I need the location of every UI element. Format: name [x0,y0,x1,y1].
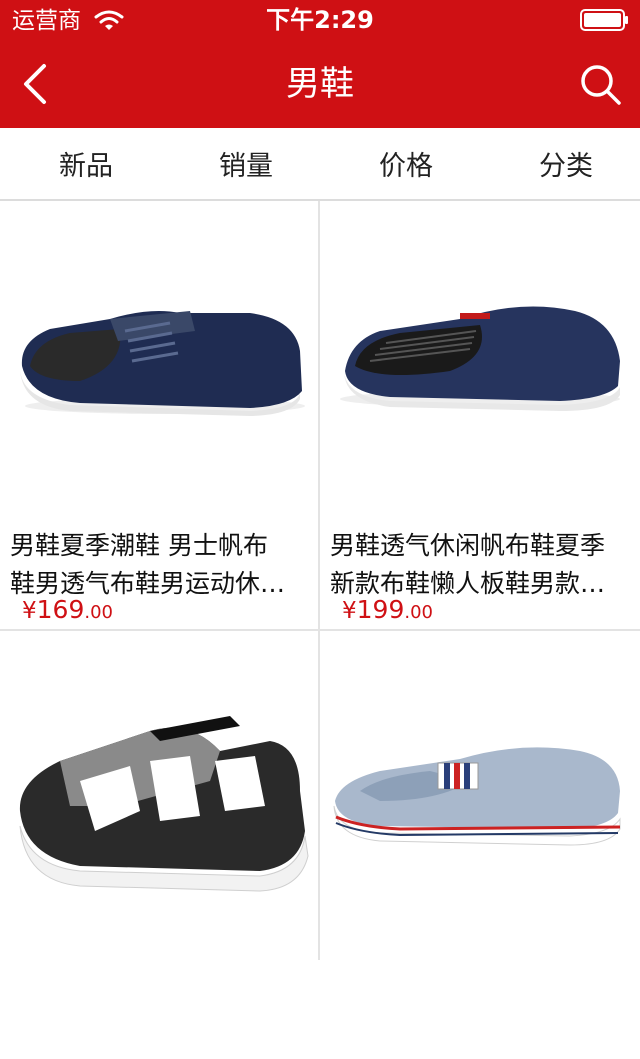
price-decimal: .00 [84,602,113,623]
product-name-line-1: 男鞋夏季潮鞋 男士帆布 [10,531,268,560]
page-title: 男鞋 [286,64,354,104]
battery-icon [580,9,630,31]
tab-category[interactable]: 分类 [486,128,640,199]
tab-sales[interactable]: 销量 [166,128,326,199]
tab-price[interactable]: 价格 [326,128,486,199]
filter-tabs: 新品 销量 价格 分类 [0,128,640,201]
product-name-line-1: 男鞋透气休闲帆布鞋夏季 [330,531,606,560]
product-card[interactable] [0,631,318,1059]
status-bar: 运营商 下午2:29 [0,0,640,40]
product-image[interactable] [0,631,318,949]
product-card[interactable] [320,631,638,1059]
product-card[interactable]: 男鞋透气休闲帆布鞋夏季 新款布鞋懒人板鞋男款… ¥199.00 [320,201,638,629]
price-integer: 199 [356,595,405,624]
price-currency: ¥ [342,598,357,624]
price-currency: ¥ [22,598,37,624]
tab-new[interactable]: 新品 [6,128,166,199]
product-image[interactable] [320,631,638,949]
search-icon [581,65,621,105]
status-time: 下午2:29 [266,6,374,34]
search-button[interactable] [578,62,624,108]
product-price: ¥169.00 [22,595,113,624]
grid-divider-vertical [318,201,320,960]
product-card[interactable]: 男鞋夏季潮鞋 男士帆布 鞋男透气布鞋男运动休… ¥169.00 [0,201,318,629]
nav-bar: 男鞋 [0,40,640,128]
price-integer: 169 [36,595,85,624]
product-price: ¥199.00 [342,595,433,624]
grid-divider-horizontal [0,629,640,631]
top-bar: 运营商 下午2:29 男鞋 [0,0,640,128]
product-image[interactable] [320,201,638,519]
product-image[interactable] [0,201,318,519]
price-decimal: .00 [404,602,433,623]
